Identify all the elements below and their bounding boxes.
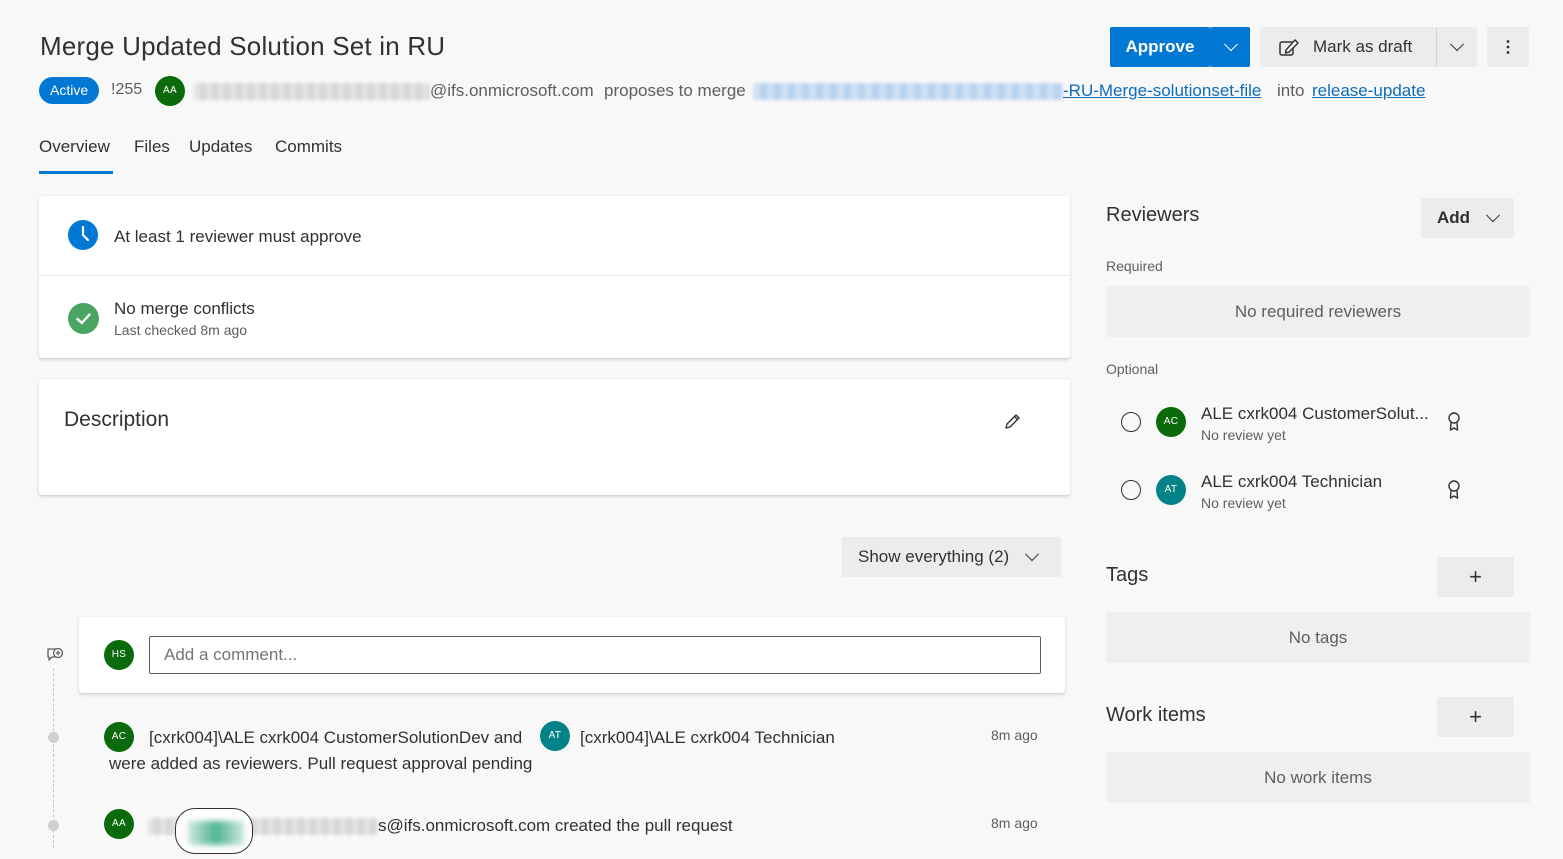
merge-status-text: No merge conflicts [114,299,255,318]
reviewer-select-radio[interactable] [1121,412,1141,432]
pr-id: !255 [111,81,143,98]
redacted-source-branch[interactable] [753,83,1063,100]
ribbon-award-icon [1448,480,1460,499]
add-comment-icon[interactable] [45,646,65,666]
activity-filter-dropdown[interactable]: Show everything (2) [842,537,1061,577]
add-work-item-button[interactable]: + [1437,697,1514,737]
activity-time: 8m ago [991,727,1038,743]
timeline-dot [48,732,59,743]
approve-button[interactable]: Approve [1110,27,1210,67]
reviewer-status: No review yet [1201,427,1286,443]
work-items-title: Work items [1106,704,1206,726]
redacted-author-name [194,83,430,100]
reviewer-status: No review yet [1201,495,1286,511]
policies-divider [39,275,1070,276]
comment-input[interactable] [149,636,1041,674]
reviewer-select-radio[interactable] [1121,480,1141,500]
add-reviewer-label: Add [1436,208,1471,227]
filter-label: Show everything (2) [858,547,1010,566]
check-circle-icon [68,303,99,334]
description-title: Description [64,408,170,431]
more-options-button[interactable] [1487,27,1529,67]
author-email-suffix: @ifs.onmicrosoft.com [430,81,594,100]
tags-title: Tags [1106,564,1149,586]
activity-reviewer-a: [cxrk004]\ALE cxrk004 CustomerSolutionDe… [149,728,523,747]
target-branch-link[interactable]: release-update [1312,81,1425,101]
more-vertical-icon [1506,40,1510,54]
tab-updates[interactable]: Updates [189,137,252,157]
chevron-down-icon [1485,208,1501,223]
reviewer-avatar: AC [104,722,134,752]
reviewer-name[interactable]: ALE cxrk004 CustomerSolut... [1201,404,1429,424]
mark-as-draft-button[interactable]: Mark as draft [1260,27,1436,67]
creator-avatar: AA [104,809,134,839]
reviewer-avatar: AT [540,721,570,751]
reviewer-avatar: AT [1156,475,1186,505]
tab-commits[interactable]: Commits [275,137,342,157]
draft-dropdown-button[interactable] [1437,27,1477,67]
draft-pencil-icon [1279,39,1299,56]
chevron-down-icon [1449,37,1465,52]
status-badge: Active [39,77,100,104]
source-branch-link[interactable]: -RU-Merge-solutionset-file [1063,81,1261,101]
chevron-down-icon [1223,37,1238,52]
add-reviewer-button[interactable]: Add [1421,198,1514,238]
tags-empty: No tags [1106,612,1530,663]
ribbon-award-icon [1448,412,1460,431]
required-label: Required [1106,258,1163,274]
activity-time: 8m ago [991,815,1038,831]
edit-pencil-icon[interactable] [1002,412,1022,432]
activity-line: were added as reviewers. Pull request ap… [109,754,533,773]
merge-checked-text: Last checked 8m ago [114,322,248,338]
into-text: into [1277,81,1305,100]
proposes-text: proposes to merge [604,81,746,100]
redaction-blur [188,821,244,845]
activity-creator-text: s@ifs.onmicrosoft.com created the pull r… [378,816,733,835]
reviewer-policy-text: At least 1 reviewer must approve [114,227,362,246]
work-items-empty: No work items [1106,752,1530,803]
activity-reviewer-b: [cxrk004]\ALE cxrk004 Technician [580,728,835,747]
timeline-dot [48,820,59,831]
current-user-avatar: HS [104,640,134,670]
reviewer-name[interactable]: ALE cxrk004 Technician [1201,472,1382,492]
description-card [39,379,1070,495]
reviewers-title: Reviewers [1106,204,1200,226]
reviewer-avatar: AC [1156,407,1186,437]
author-avatar[interactable]: AA [155,76,185,106]
tab-overview[interactable]: Overview [39,137,110,157]
active-tab-indicator [39,171,113,174]
mark-as-draft-label: Mark as draft [1313,37,1413,56]
clock-icon [68,220,98,250]
chevron-down-icon [1025,547,1040,562]
optional-label: Optional [1106,361,1159,377]
required-reviewers-empty: No required reviewers [1106,286,1530,337]
tab-files[interactable]: Files [134,137,170,157]
approve-dropdown-button[interactable] [1211,27,1250,67]
redaction-overlay [175,808,253,854]
add-tag-button[interactable]: + [1437,557,1514,597]
page-title: Merge Updated Solution Set in RU [40,31,446,61]
